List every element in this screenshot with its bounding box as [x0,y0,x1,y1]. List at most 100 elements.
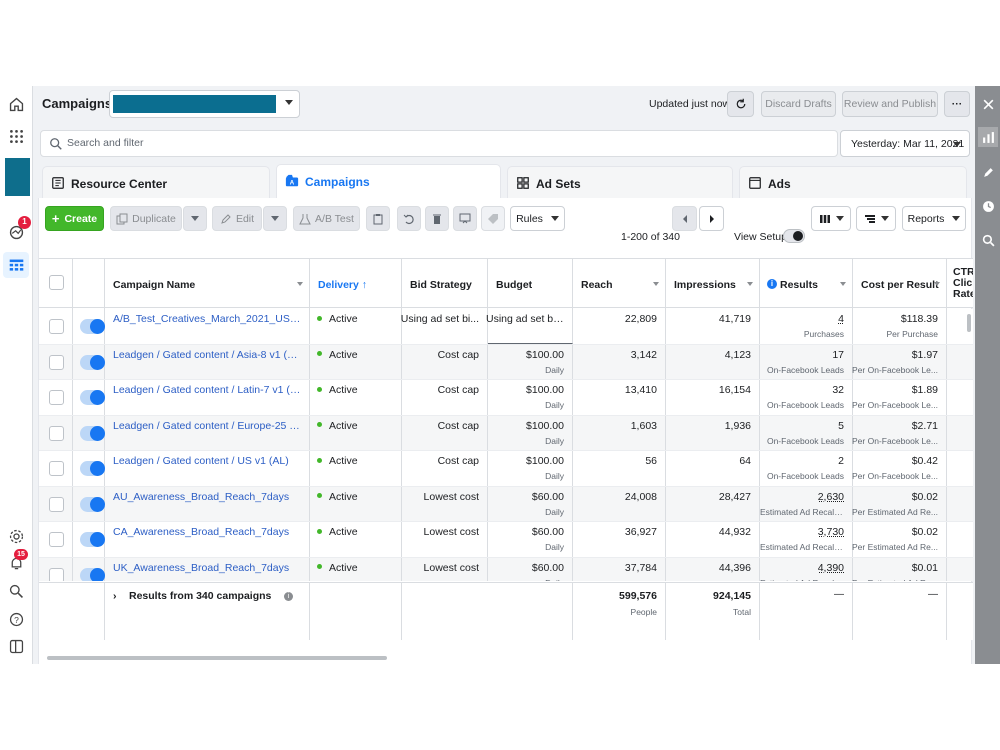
column-budget[interactable]: Budget [488,259,573,309]
table-row[interactable]: AU_Awareness_Broad_Reach_7days Active Lowe… [39,486,973,522]
table-row[interactable]: Leadgen / Gated content / Latin-7 v1 (AL… [39,380,973,416]
status-dot-icon [317,386,322,392]
campaign-on-off-toggle[interactable] [80,425,105,441]
campaign-on-off-toggle[interactable] [80,496,105,512]
row-checkbox[interactable] [49,532,64,547]
campaign-name-link[interactable]: Leadgen / Gated content / Asia-8 v1 (AL) [113,349,303,361]
table-row[interactable]: A/B_Test_Creatives_March_2021_US_Broad_.… [39,309,973,345]
undo-button[interactable] [397,206,421,231]
campaign-on-off-toggle[interactable] [80,354,105,370]
columns-dropdown[interactable] [811,206,851,231]
campaign-name-link[interactable]: A/B_Test_Creatives_March_2021_US_Broad_.… [113,313,303,325]
campaign-on-off-toggle[interactable] [80,390,105,405]
campaign-on-off-toggle[interactable] [80,567,105,581]
row-checkbox[interactable] [49,390,64,405]
table-row[interactable]: UK_Awareness_Broad_Reach_7days Active Lowe… [39,557,973,581]
table-row[interactable]: Leadgen / Gated content / Asia-8 v1 (AL)… [39,344,973,380]
account-selector[interactable] [109,90,300,118]
search-input[interactable] [67,137,767,149]
campaign-name-link[interactable]: Leadgen / Gated content / Latin-7 v1 (AL… [113,384,303,396]
impressions-cell: 4,123 [666,344,760,379]
campaign-name-link[interactable]: Leadgen / Gated content / Europe-25 v1 (… [113,420,303,432]
refresh-button[interactable] [727,91,754,117]
duplicate-button[interactable]: Duplicate [110,206,182,231]
reach-cell: 36,927 [573,522,666,557]
next-page-button[interactable] [699,206,724,231]
tab-ad-sets[interactable]: Ad Sets [507,166,733,199]
edit-button[interactable]: Edit [212,206,262,231]
campaign-name-link[interactable]: CA_Awareness_Broad_Reach_7days [113,526,303,538]
duplicate-dropdown[interactable] [183,206,207,231]
search-filter-bar[interactable] [40,130,838,157]
horizontal-scrollbar[interactable] [47,656,387,660]
previous-page-button[interactable] [672,206,697,231]
cost-per-result-cell: $0.42 Per On-Facebook Le... [852,451,947,486]
page-title: Campaigns [42,96,113,111]
campaign-on-off-toggle[interactable] [80,532,105,547]
row-checkbox[interactable] [49,567,64,581]
column-ctr[interactable]: CTR Click Rate [947,259,973,309]
apps-grid-icon[interactable] [6,126,26,146]
search-icon[interactable] [6,581,26,601]
row-checkbox[interactable] [49,496,64,512]
column-bid-strategy[interactable]: Bid Strategy [402,259,488,309]
reports-dropdown[interactable]: Reports [902,206,966,231]
delivery-cell: Active [310,557,402,581]
column-impressions[interactable]: Impressions [666,259,760,309]
bar-chart-icon[interactable] [978,127,998,147]
column-reach[interactable]: Reach [573,259,666,309]
tab-campaigns[interactable]: A Campaigns [276,164,501,199]
summary-label-cell[interactable]: › Results from 340 campaigns i [105,583,310,640]
campaign-name-link[interactable]: AU_Awareness_Broad_Reach_7days [113,491,303,503]
review-publish-button[interactable]: Review and Publish [842,91,938,117]
select-all-checkbox[interactable] [49,275,64,290]
column-campaign-name[interactable]: Campaign Name [105,259,310,309]
settings-gear-icon[interactable] [6,526,26,546]
zoom-search-icon[interactable] [978,230,998,250]
discard-drafts-button[interactable]: Discard Drafts [761,91,836,117]
campaigns-table-icon[interactable] [6,255,26,275]
view-setup-toggle[interactable] [783,229,805,243]
home-icon[interactable] [6,94,26,114]
row-checkbox[interactable] [49,354,64,370]
help-icon[interactable]: ? [6,609,26,629]
sort-caret-icon [747,282,753,286]
column-results[interactable]: i Results [760,259,853,309]
breakdown-dropdown[interactable] [856,206,896,231]
rules-dropdown[interactable]: Rules [510,206,565,231]
pencil-icon [221,213,231,224]
row-checkbox[interactable] [49,461,64,476]
delete-button[interactable] [425,206,449,231]
ab-test-button[interactable]: A/B Test [293,206,360,231]
clipboard-button[interactable] [366,206,390,231]
tag-button[interactable] [481,206,505,231]
clock-icon[interactable] [978,196,998,216]
tab-resource-center[interactable]: Resource Center [42,166,270,199]
campaign-name-link[interactable]: UK_Awareness_Broad_Reach_7days [113,562,303,574]
table-row[interactable]: Leadgen / Gated content / Europe-25 v1 (… [39,415,973,451]
account-avatar[interactable] [5,158,30,196]
pencil-icon[interactable] [978,162,998,182]
campaign-on-off-toggle[interactable] [80,319,105,334]
column-delivery[interactable]: Delivery ↑ [310,259,402,309]
close-icon[interactable] [978,94,998,114]
tab-ads[interactable]: Ads [739,166,967,199]
campaign-on-off-toggle[interactable] [80,461,105,476]
row-checkbox[interactable] [49,319,64,334]
reach-value: 36,927 [624,526,657,538]
row-checkbox[interactable] [49,425,64,441]
table-row[interactable]: CA_Awareness_Broad_Reach_7days Active Lowe… [39,522,973,558]
more-options-button[interactable]: ··· [944,91,970,117]
column-cost-per-result[interactable]: Cost per Result [853,259,947,309]
budget-value: $100.00 [526,384,564,396]
campaign-name-link[interactable]: Leadgen / Gated content / US v1 (AL) [113,455,303,467]
preview-button[interactable] [453,206,477,231]
budget-sub: Daily [545,364,564,375]
edit-dropdown[interactable] [263,206,287,231]
date-range-picker[interactable]: Yesterday: Mar 11, 2021 [840,130,970,157]
create-button[interactable]: + Create [45,206,104,231]
table-row[interactable]: Leadgen / Gated content / US v1 (AL) Acti… [39,451,973,487]
collapse-panel-icon[interactable] [6,636,26,656]
expand-chevron-icon[interactable]: › [113,590,117,602]
vertical-scrollbar[interactable] [967,314,971,332]
